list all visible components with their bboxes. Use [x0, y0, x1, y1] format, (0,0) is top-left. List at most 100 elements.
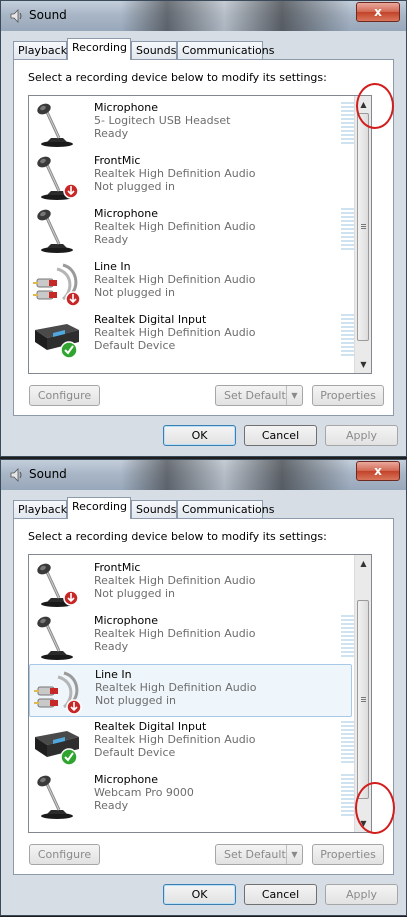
grip-icon [361, 696, 366, 703]
device-status: Not plugged in [94, 286, 176, 299]
device-description: 5- Logitech USB Headset [94, 114, 231, 127]
title-bar-background [121, 1, 351, 31]
level-meter [341, 102, 355, 144]
dropdown-arrow-icon[interactable]: ▼ [286, 386, 302, 405]
microphone-unplugged-icon [33, 562, 83, 608]
recording-tab-panel: Select a recording device below to modif… [13, 518, 394, 875]
device-list-item[interactable]: Microphone Realtek High Definition Audio R… [29, 204, 355, 257]
device-list-item[interactable]: Line In Realtek High Definition Audio Not … [29, 257, 352, 310]
properties-button[interactable]: Properties [312, 844, 384, 865]
device-description: Webcam Pro 9000 [94, 786, 194, 799]
recording-tab-panel: Select a recording device below to modif… [13, 59, 394, 416]
device-list-item[interactable]: Microphone Realtek High Definition Audio R… [29, 611, 355, 664]
microphone-icon [33, 774, 83, 820]
device-description: Realtek High Definition Audio [94, 220, 256, 233]
tab-recording[interactable]: Recording [67, 497, 131, 519]
device-description: Realtek High Definition Audio [94, 627, 256, 640]
apply-button[interactable]: Apply [325, 884, 398, 905]
title-bar[interactable]: Sound x [1, 1, 406, 31]
device-name: Realtek Digital Input [94, 720, 207, 733]
set-default-label: Set Default [224, 848, 286, 861]
tab-recording[interactable]: Recording [67, 38, 131, 60]
tab-communications[interactable]: Communications [177, 500, 274, 518]
microphone-icon [33, 615, 83, 661]
device-name: Line In [94, 260, 131, 273]
tab-communications[interactable]: Communications [177, 41, 274, 59]
set-default-label: Set Default [224, 389, 286, 402]
set-default-button[interactable]: Set Default ▼ [215, 385, 303, 406]
level-meter [341, 314, 355, 356]
microphone-icon [33, 208, 83, 254]
configure-button[interactable]: Configure [29, 844, 100, 865]
device-status: Ready [94, 127, 129, 140]
device-status: Not plugged in [94, 180, 176, 193]
device-list-item[interactable]: FrontMic Realtek High Definition Audio Not… [29, 151, 352, 204]
close-button[interactable]: x [356, 2, 400, 22]
device-list-item[interactable]: Microphone Webcam Pro 9000 Ready [29, 770, 355, 823]
scroll-down-arrow-icon[interactable]: ▼ [356, 357, 371, 372]
cancel-button[interactable]: Cancel [244, 425, 317, 446]
device-status: Default Device [94, 339, 176, 352]
device-description: Realtek High Definition Audio [94, 733, 256, 746]
device-list-item[interactable]: Realtek Digital Input Realtek High Defini… [29, 310, 355, 363]
digital-input-icon [33, 721, 83, 767]
tab-playback[interactable]: Playback [13, 41, 67, 59]
line-in-cable-icon [34, 669, 84, 715]
instructions-text: Select a recording device below to modif… [28, 530, 327, 543]
device-status: Ready [94, 640, 129, 653]
cancel-button[interactable]: Cancel [244, 884, 317, 905]
set-default-button[interactable]: Set Default ▼ [215, 844, 303, 865]
level-meter [341, 721, 355, 763]
window-title: Sound [29, 467, 67, 481]
level-meter [341, 774, 355, 816]
speaker-icon [9, 467, 25, 483]
scroll-thumb[interactable] [357, 600, 369, 799]
device-list-item[interactable]: Line In Realtek High Definition Audio Not … [29, 664, 352, 717]
device-description: Realtek High Definition Audio [94, 273, 256, 286]
dropdown-arrow-icon[interactable]: ▼ [286, 845, 302, 864]
device-status: Ready [94, 799, 129, 812]
device-name: Microphone [94, 614, 159, 627]
device-description: Realtek High Definition Audio [94, 326, 256, 339]
device-status: Default Device [94, 746, 176, 759]
device-name: Line In [95, 668, 132, 681]
properties-button[interactable]: Properties [312, 385, 384, 406]
digital-input-icon [33, 314, 83, 360]
ok-button[interactable]: OK [163, 425, 236, 446]
sound-dialog-window: Sound x Playback Recording Sounds Communicati… [0, 0, 407, 457]
instructions-text: Select a recording device below to modif… [28, 71, 327, 84]
tab-playback[interactable]: Playback [13, 500, 67, 518]
device-description: Realtek High Definition Audio [94, 167, 256, 180]
device-list-item[interactable]: Realtek Digital Input Realtek High Defini… [29, 717, 355, 770]
configure-button[interactable]: Configure [29, 385, 100, 406]
ok-button[interactable]: OK [163, 884, 236, 905]
device-status: Ready [94, 233, 129, 246]
sound-dialog-window: Sound x Playback Recording Sounds Communicati… [0, 459, 407, 916]
vertical-scrollbar[interactable]: ▲ ▼ [354, 96, 371, 373]
device-name: FrontMic [94, 561, 141, 574]
level-meter [341, 615, 355, 657]
device-description: Realtek High Definition Audio [94, 574, 256, 587]
annotation-circle [355, 782, 395, 834]
window-title: Sound [29, 8, 67, 22]
tab-sounds[interactable]: Sounds [131, 500, 177, 518]
scroll-up-arrow-icon[interactable]: ▲ [356, 556, 371, 571]
device-name: Microphone [94, 101, 159, 114]
close-button[interactable]: x [356, 461, 400, 481]
device-list-item[interactable]: FrontMic Realtek High Definition Audio Not… [29, 558, 352, 611]
annotation-circle [356, 83, 394, 129]
scroll-thumb[interactable] [357, 113, 369, 341]
apply-button[interactable]: Apply [325, 425, 398, 446]
grip-icon [361, 224, 366, 230]
device-list[interactable]: Microphone 5- Logitech USB Headset Ready Fr… [28, 95, 372, 374]
level-meter [341, 208, 355, 250]
device-list-item[interactable]: Microphone 5- Logitech USB Headset Ready [29, 98, 355, 151]
speaker-icon [9, 8, 25, 24]
device-list[interactable]: FrontMic Realtek High Definition Audio Not… [28, 554, 372, 833]
title-bar-background [121, 460, 351, 490]
device-description: Realtek High Definition Audio [95, 681, 257, 694]
tab-sounds[interactable]: Sounds [131, 41, 177, 59]
device-status: Not plugged in [95, 694, 177, 707]
line-in-cable-icon [33, 261, 83, 307]
title-bar[interactable]: Sound x [1, 460, 406, 490]
